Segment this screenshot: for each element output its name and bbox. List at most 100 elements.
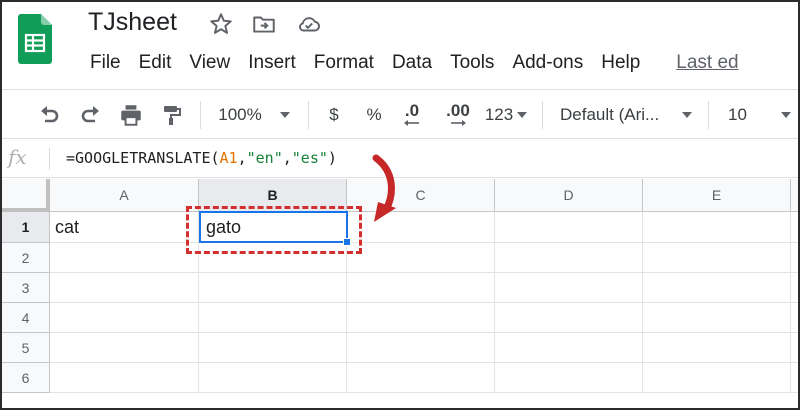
cell-c4[interactable] (347, 303, 495, 333)
cell-d5[interactable] (495, 333, 643, 363)
cell-e5[interactable] (643, 333, 791, 363)
cell-e4[interactable] (643, 303, 791, 333)
font-family-select[interactable]: Default (Ari... (554, 90, 698, 140)
google-sheets-logo-icon[interactable] (18, 14, 52, 64)
font-size-value: 10 (728, 105, 747, 124)
menu-tools[interactable]: Tools (441, 52, 503, 74)
print-button[interactable] (114, 90, 148, 140)
menu-bar: File Edit View Insert Format Data Tools … (81, 48, 748, 78)
document-title[interactable]: TJsheet (88, 8, 177, 37)
toolbar: 100% $ % .0 .00 123 Default (Ari... 10 (2, 89, 798, 140)
cell-d1[interactable] (495, 212, 643, 243)
undo-icon (41, 106, 59, 123)
redo-button[interactable] (74, 90, 108, 140)
formula-comma: , (237, 149, 247, 167)
row-header-6[interactable]: 6 (2, 363, 50, 393)
font-family-value: Default (Ari... (560, 105, 660, 124)
cell-d6[interactable] (495, 363, 643, 393)
cell-e3[interactable] (643, 273, 791, 303)
cell-f5[interactable] (791, 333, 798, 363)
formula-close-paren: ) (327, 149, 337, 167)
arrow-right-icon (451, 120, 466, 126)
cell-c3[interactable] (347, 273, 495, 303)
more-formats-select[interactable]: 123 (480, 90, 532, 140)
cell-d4[interactable] (495, 303, 643, 333)
cell-a4[interactable] (50, 303, 199, 333)
decrease-decimal-button[interactable]: .0 (396, 90, 428, 140)
row-header-2[interactable]: 2 (2, 243, 50, 273)
paint-format-icon (164, 106, 181, 125)
currency-format-button[interactable]: $ (318, 90, 350, 140)
increase-decimal-button[interactable]: .00 (438, 90, 478, 140)
cell-b4[interactable] (199, 303, 347, 333)
column-header-f-partial[interactable] (791, 179, 798, 212)
cell-c2[interactable] (347, 243, 495, 273)
menu-view[interactable]: View (180, 52, 239, 74)
menu-edit[interactable]: Edit (130, 52, 181, 74)
decrease-decimal-label: .0 (404, 101, 420, 120)
font-family-caret-icon (682, 112, 692, 118)
font-size-select[interactable]: 10 (718, 90, 798, 140)
row-header-5[interactable]: 5 (2, 333, 50, 363)
undo-button[interactable] (32, 90, 66, 140)
toolbar-divider (200, 101, 201, 129)
cloud-saved-icon[interactable] (296, 11, 322, 37)
percent-format-button[interactable]: % (358, 90, 390, 140)
zoom-select[interactable]: 100% (208, 90, 300, 140)
menu-file[interactable]: File (81, 52, 130, 74)
cell-f6[interactable] (791, 363, 798, 393)
cell-b6[interactable] (199, 363, 347, 393)
formula-cell-reference: A1 (219, 149, 238, 167)
arrow-left-icon (404, 120, 419, 126)
cell-f1[interactable] (791, 212, 798, 243)
cell-f4[interactable] (791, 303, 798, 333)
cell-b3[interactable] (199, 273, 347, 303)
column-header-e[interactable]: E (643, 179, 791, 212)
row-header-4[interactable]: 4 (2, 303, 50, 333)
cell-b5[interactable] (199, 333, 347, 363)
row-header-3[interactable]: 3 (2, 273, 50, 303)
column-header-a[interactable]: A (50, 179, 199, 212)
menu-format[interactable]: Format (305, 52, 383, 74)
annotation-arrow-icon (372, 154, 396, 222)
cell-f3[interactable] (791, 273, 798, 303)
cell-e1[interactable] (643, 212, 791, 243)
last-edit-link[interactable]: Last ed (667, 52, 747, 74)
column-header-d[interactable]: D (495, 179, 643, 212)
menu-data[interactable]: Data (383, 52, 441, 74)
menu-add-ons[interactable]: Add-ons (503, 52, 592, 74)
redo-icon (81, 106, 99, 123)
zoom-value: 100% (218, 105, 262, 124)
formula-input[interactable]: =GOOGLETRANSLATE(A1,"en","es") (66, 149, 337, 167)
menu-help[interactable]: Help (592, 52, 649, 74)
cell-a1[interactable]: cat (50, 212, 199, 243)
cell-d2[interactable] (495, 243, 643, 273)
cell-a6[interactable] (50, 363, 199, 393)
formula-target-language: "es" (291, 149, 328, 167)
cell-c6[interactable] (347, 363, 495, 393)
cell-a3[interactable] (50, 273, 199, 303)
cell-f2[interactable] (791, 243, 798, 273)
menu-insert[interactable]: Insert (239, 52, 305, 74)
star-icon[interactable] (208, 11, 234, 37)
select-all-corner[interactable] (2, 179, 50, 212)
toolbar-divider (708, 101, 709, 129)
toolbar-divider (542, 101, 543, 129)
print-icon (121, 105, 141, 126)
spreadsheet-window: TJsheet File Edit View Insert Format Dat… (0, 0, 800, 410)
cell-a2[interactable] (50, 243, 199, 273)
move-to-folder-icon[interactable] (251, 11, 277, 37)
cell-a5[interactable] (50, 333, 199, 363)
more-formats-label: 123 (484, 105, 514, 124)
row-header-1[interactable]: 1 (2, 212, 50, 243)
formula-bar-divider (49, 148, 50, 170)
zoom-caret-icon (279, 112, 290, 118)
font-size-caret-icon (780, 112, 791, 118)
cell-c5[interactable] (347, 333, 495, 363)
paint-format-button[interactable] (154, 90, 188, 140)
cell-e6[interactable] (643, 363, 791, 393)
currency-label: $ (329, 105, 339, 124)
cell-e2[interactable] (643, 243, 791, 273)
highlight-box-annotation (186, 206, 362, 254)
cell-d3[interactable] (495, 273, 643, 303)
